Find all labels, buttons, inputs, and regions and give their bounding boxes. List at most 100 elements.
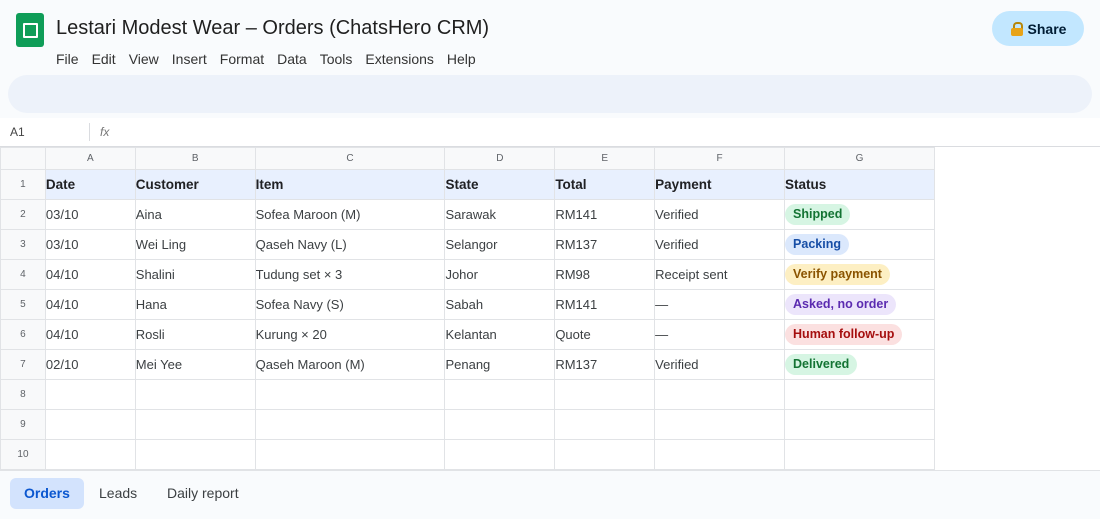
header-item[interactable]: Item bbox=[254, 169, 446, 200]
header-customer[interactable]: Customer bbox=[134, 169, 256, 200]
cell-state[interactable]: Sabah bbox=[444, 289, 556, 320]
cell-status[interactable]: Shipped bbox=[784, 199, 935, 230]
header-payment[interactable]: Payment bbox=[654, 169, 786, 200]
menu-format[interactable]: Format bbox=[220, 51, 270, 71]
header-status[interactable]: Status bbox=[784, 169, 935, 200]
cell-payment[interactable]: — bbox=[654, 289, 786, 320]
cell-status[interactable]: Delivered bbox=[784, 349, 935, 380]
empty-cell[interactable] bbox=[254, 439, 446, 470]
cell-total[interactable]: Quote bbox=[554, 319, 656, 350]
cell-total[interactable]: RM141 bbox=[554, 289, 656, 320]
cell-item[interactable]: Sofea Maroon (M) bbox=[254, 199, 446, 230]
cell-customer[interactable]: Shalini bbox=[134, 259, 256, 290]
cell-date[interactable]: 04/10 bbox=[44, 319, 136, 350]
empty-cell[interactable] bbox=[134, 439, 256, 470]
column-header[interactable]: G bbox=[784, 147, 935, 170]
cell-total[interactable]: RM98 bbox=[554, 259, 656, 290]
cell-customer[interactable]: Aina bbox=[134, 199, 256, 230]
menu-insert[interactable]: Insert bbox=[172, 51, 213, 71]
tab-leads[interactable]: Leads bbox=[85, 478, 151, 509]
cell-item[interactable]: Qaseh Maroon (M) bbox=[254, 349, 446, 380]
tab-orders[interactable]: Orders bbox=[10, 478, 84, 509]
cell-payment[interactable]: Verified bbox=[654, 349, 786, 380]
empty-cell[interactable] bbox=[254, 409, 446, 440]
row-number[interactable]: 3 bbox=[0, 229, 46, 260]
cell-state[interactable]: Johor bbox=[444, 259, 556, 290]
cell-payment[interactable]: Receipt sent bbox=[654, 259, 786, 290]
header-total[interactable]: Total bbox=[554, 169, 656, 200]
cell-date[interactable]: 04/10 bbox=[44, 289, 136, 320]
cell-status[interactable]: Asked, no order bbox=[784, 289, 935, 320]
empty-cell[interactable] bbox=[444, 379, 556, 410]
column-header[interactable]: A bbox=[44, 147, 136, 170]
spreadsheet-grid[interactable]: A B C D E F G 1 Date Customer Item State… bbox=[0, 147, 935, 470]
menu-data[interactable]: Data bbox=[277, 51, 313, 71]
empty-cell[interactable] bbox=[444, 439, 556, 470]
column-header[interactable]: B bbox=[134, 147, 256, 170]
cell-date[interactable]: 04/10 bbox=[44, 259, 136, 290]
empty-cell[interactable] bbox=[784, 439, 935, 470]
cell-customer[interactable]: Mei Yee bbox=[134, 349, 256, 380]
row-number[interactable]: 2 bbox=[0, 199, 46, 230]
empty-cell[interactable] bbox=[134, 379, 256, 410]
cell-total[interactable]: RM137 bbox=[554, 349, 656, 380]
empty-cell[interactable] bbox=[654, 379, 786, 410]
menu-help[interactable]: Help bbox=[447, 51, 482, 71]
cell-item[interactable]: Qaseh Navy (L) bbox=[254, 229, 446, 260]
empty-cell[interactable] bbox=[784, 409, 935, 440]
column-header[interactable]: C bbox=[254, 147, 446, 170]
column-header[interactable]: D bbox=[444, 147, 556, 170]
row-number[interactable]: 5 bbox=[0, 289, 46, 320]
cell-total[interactable]: RM141 bbox=[554, 199, 656, 230]
cell-state[interactable]: Penang bbox=[444, 349, 556, 380]
cell-customer[interactable]: Rosli bbox=[134, 319, 256, 350]
menu-edit[interactable]: Edit bbox=[92, 51, 122, 71]
empty-cell[interactable] bbox=[134, 409, 256, 440]
cell-date[interactable]: 03/10 bbox=[44, 229, 136, 260]
row-number[interactable]: 8 bbox=[0, 379, 46, 410]
cell-item[interactable]: Kurung × 20 bbox=[254, 319, 446, 350]
cell-date[interactable]: 03/10 bbox=[44, 199, 136, 230]
empty-cell[interactable] bbox=[444, 409, 556, 440]
sheets-logo-icon[interactable] bbox=[16, 13, 44, 47]
cell-item[interactable]: Sofea Navy (S) bbox=[254, 289, 446, 320]
empty-cell[interactable] bbox=[784, 379, 935, 410]
row-number[interactable]: 7 bbox=[0, 349, 46, 380]
cell-total[interactable]: RM137 bbox=[554, 229, 656, 260]
cell-customer[interactable]: Wei Ling bbox=[134, 229, 256, 260]
column-header[interactable]: F bbox=[654, 147, 786, 170]
cell-state[interactable]: Kelantan bbox=[444, 319, 556, 350]
row-number[interactable]: 1 bbox=[0, 169, 46, 200]
cell-status[interactable]: Verify payment bbox=[784, 259, 935, 290]
menu-file[interactable]: File bbox=[56, 51, 85, 71]
row-number[interactable]: 9 bbox=[0, 409, 46, 440]
row-number[interactable]: 6 bbox=[0, 319, 46, 350]
empty-cell[interactable] bbox=[44, 379, 136, 410]
row-number[interactable]: 4 bbox=[0, 259, 46, 290]
header-state[interactable]: State bbox=[444, 169, 556, 200]
empty-cell[interactable] bbox=[254, 379, 446, 410]
menu-view[interactable]: View bbox=[129, 51, 165, 71]
header-date[interactable]: Date bbox=[44, 169, 136, 200]
cell-item[interactable]: Tudung set × 3 bbox=[254, 259, 446, 290]
document-title[interactable]: Lestari Modest Wear – Orders (ChatsHero … bbox=[56, 17, 489, 40]
cell-status[interactable]: Human follow-up bbox=[784, 319, 935, 350]
select-all-corner[interactable] bbox=[0, 147, 46, 170]
cell-date[interactable]: 02/10 bbox=[44, 349, 136, 380]
menu-extensions[interactable]: Extensions bbox=[365, 51, 439, 71]
cell-state[interactable]: Selangor bbox=[444, 229, 556, 260]
cell-customer[interactable]: Hana bbox=[134, 289, 256, 320]
empty-cell[interactable] bbox=[654, 409, 786, 440]
cell-state[interactable]: Sarawak bbox=[444, 199, 556, 230]
menu-tools[interactable]: Tools bbox=[320, 51, 359, 71]
empty-cell[interactable] bbox=[554, 379, 656, 410]
cell-status[interactable]: Packing bbox=[784, 229, 935, 260]
column-header[interactable]: E bbox=[554, 147, 656, 170]
empty-cell[interactable] bbox=[44, 409, 136, 440]
cell-payment[interactable]: Verified bbox=[654, 229, 786, 260]
empty-cell[interactable] bbox=[654, 439, 786, 470]
share-button[interactable]: Share bbox=[992, 11, 1084, 46]
empty-cell[interactable] bbox=[554, 439, 656, 470]
empty-cell[interactable] bbox=[44, 439, 136, 470]
empty-cell[interactable] bbox=[554, 409, 656, 440]
